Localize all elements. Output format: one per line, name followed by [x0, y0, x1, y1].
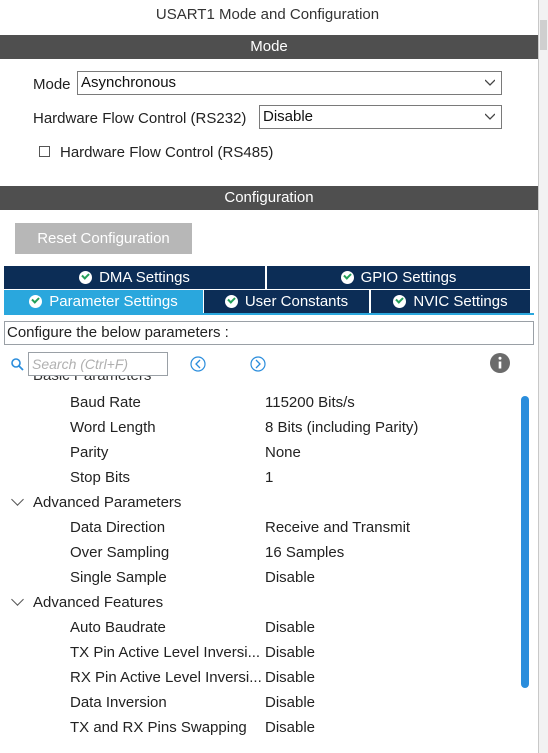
param-value[interactable]: None — [265, 444, 301, 461]
param-value[interactable]: Disable — [265, 644, 315, 661]
basic-parameters-header-clip: Basic Parameters — [33, 376, 233, 386]
chevron-down-icon — [485, 113, 495, 120]
check-circle-icon — [340, 271, 354, 284]
tab-gpio-settings[interactable]: GPIO Settings — [267, 266, 530, 289]
configure-hint: Configure the below parameters : — [4, 321, 534, 345]
params-scrollbar-thumb[interactable] — [521, 396, 529, 688]
tab-dma-settings[interactable]: DMA Settings — [4, 266, 266, 289]
collapse-caret-icon[interactable] — [11, 493, 24, 506]
advanced-parameters-header[interactable]: Advanced Parameters — [33, 494, 181, 511]
param-name: TX and RX Pins Swapping — [70, 719, 247, 736]
window-title: USART1 Mode and Configuration — [155, 6, 380, 23]
reset-configuration-button[interactable]: Reset Configuration — [15, 223, 192, 254]
param-name: Parity — [70, 444, 109, 461]
tab-parameter-settings-label: Parameter Settings — [49, 293, 178, 310]
mode-section-header: Mode — [0, 35, 538, 59]
param-value[interactable]: 16 Samples — [265, 544, 344, 561]
param-value[interactable]: Receive and Transmit — [265, 519, 410, 536]
check-circle-icon — [29, 295, 43, 308]
param-value[interactable]: Disable — [265, 669, 315, 686]
check-circle-icon — [224, 295, 238, 308]
param-value[interactable]: Disable — [265, 719, 315, 736]
tab-underline — [4, 313, 534, 315]
search-input[interactable]: Search (Ctrl+F) — [28, 352, 168, 376]
outer-scrollbar-track[interactable] — [539, 0, 548, 753]
info-icon[interactable] — [490, 353, 510, 373]
param-value[interactable]: Disable — [265, 569, 315, 586]
param-name: Baud Rate — [70, 394, 141, 411]
param-name: Single Sample — [70, 569, 167, 586]
basic-parameters-header: Basic Parameters — [33, 376, 233, 384]
flow-rs485-label: Hardware Flow Control (RS485) — [60, 144, 274, 161]
flow-rs232-select[interactable]: Disable — [259, 105, 502, 129]
param-value[interactable]: 1 — [265, 469, 273, 486]
collapse-caret-icon[interactable] — [11, 593, 24, 606]
chevron-down-icon — [485, 79, 495, 86]
param-name: Word Length — [70, 419, 156, 436]
tab-dma-settings-label: DMA Settings — [99, 269, 190, 286]
tab-user-constants[interactable]: User Constants — [204, 290, 370, 313]
flow-rs232-label: Hardware Flow Control (RS232) — [33, 110, 247, 127]
outer-scrollbar-thumb[interactable] — [540, 20, 547, 50]
flow-rs485-checkbox[interactable] — [39, 146, 50, 157]
tab-nvic-settings[interactable]: NVIC Settings — [371, 290, 530, 313]
param-value[interactable]: 115200 Bits/s — [265, 394, 355, 411]
configuration-section-header: Configuration — [0, 186, 538, 210]
param-name: Stop Bits — [70, 469, 131, 486]
check-circle-icon — [393, 295, 407, 308]
tab-user-constants-label: User Constants — [244, 293, 349, 310]
previous-match-icon[interactable] — [190, 356, 206, 372]
param-name: Over Sampling — [70, 544, 170, 561]
search-icon — [11, 358, 24, 371]
param-value[interactable]: 8 Bits (including Parity) — [265, 419, 418, 436]
param-name: Auto Baudrate — [70, 619, 166, 636]
tab-nvic-settings-label: NVIC Settings — [413, 293, 508, 310]
flow-rs232-value: Disable — [263, 108, 314, 125]
advanced-features-header[interactable]: Advanced Features — [33, 594, 163, 611]
param-name: Data Direction — [70, 519, 166, 536]
param-value[interactable]: Disable — [265, 619, 315, 636]
mode-label: Mode — [33, 76, 71, 93]
check-circle-icon — [79, 271, 93, 284]
mode-select-value: Asynchronous — [81, 74, 177, 91]
param-name: TX Pin Active Level Inversi... — [70, 644, 261, 661]
param-name: RX Pin Active Level Inversi... — [70, 669, 262, 686]
tab-parameter-settings[interactable]: Parameter Settings — [4, 290, 203, 313]
param-value[interactable]: Disable — [265, 694, 315, 711]
tab-gpio-settings-label: GPIO Settings — [360, 269, 457, 286]
next-match-icon[interactable] — [250, 356, 266, 372]
param-name: Data Inversion — [70, 694, 167, 711]
mode-select[interactable]: Asynchronous — [77, 71, 502, 95]
